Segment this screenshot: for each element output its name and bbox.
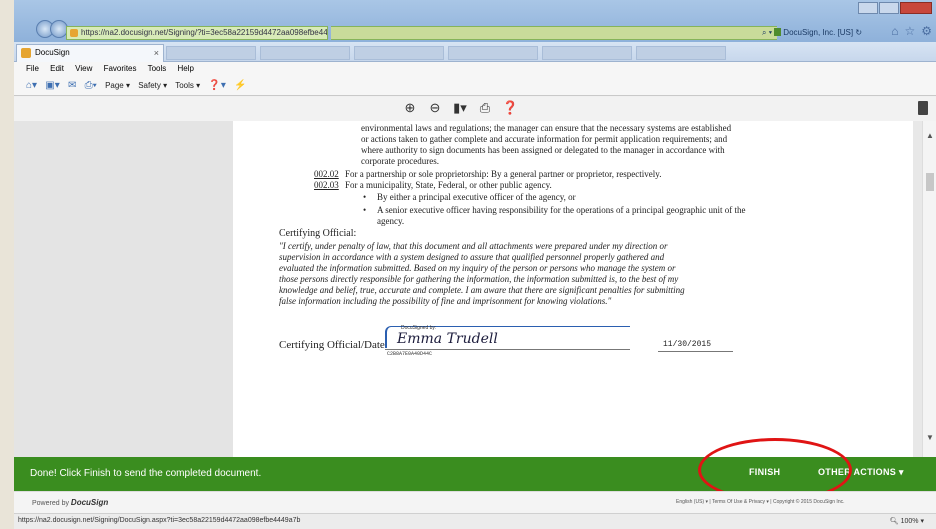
bullet-item: A senior executive officer having respon… bbox=[363, 205, 746, 215]
menu-view[interactable]: View bbox=[75, 64, 92, 73]
menu-help[interactable]: Help bbox=[178, 64, 194, 73]
print-icon[interactable]: ⎙ bbox=[477, 100, 493, 116]
certifying-heading: Certifying Official: bbox=[279, 228, 357, 239]
document-margin bbox=[14, 121, 233, 457]
browser-icons: ⌂ ☆ ⚙ bbox=[891, 24, 932, 38]
page-footer: Powered by DocuSign English (US) ▾ | Ter… bbox=[14, 491, 936, 513]
document-area: environmental laws and regulations; the … bbox=[14, 121, 936, 457]
refresh-icon: ↻ bbox=[855, 28, 863, 37]
signature-label: Certifying Official/Date: bbox=[279, 339, 388, 351]
close-tab-icon[interactable]: × bbox=[154, 45, 159, 61]
section-text: For a partnership or sole proprietorship… bbox=[345, 169, 662, 179]
background-tab[interactable] bbox=[542, 46, 632, 60]
print-icon[interactable]: ⎙▾ bbox=[85, 80, 97, 91]
paragraph-line: or actions taken to gather complete and … bbox=[361, 134, 728, 144]
background-tab[interactable] bbox=[448, 46, 538, 60]
window-controls bbox=[857, 2, 932, 14]
background-tab[interactable] bbox=[166, 46, 256, 60]
footer-links[interactable]: English (US) ▾ | Terms Of Use & Privacy … bbox=[676, 499, 845, 505]
research-icon[interactable]: ⚡ bbox=[234, 80, 246, 91]
certification-line: false information including the possibil… bbox=[279, 296, 612, 306]
vertical-scrollbar[interactable]: ▲ ▼ bbox=[922, 121, 936, 457]
zoom-in-icon[interactable]: ⊕ bbox=[402, 100, 418, 116]
certification-line: those persons directly responsible for g… bbox=[279, 274, 679, 284]
section-code: 002.03 bbox=[314, 180, 339, 190]
certification-line: supervision in accordance with a system … bbox=[279, 252, 665, 262]
background-tab[interactable] bbox=[260, 46, 350, 60]
certification-line: "I certify, under penalty of law, that t… bbox=[279, 241, 668, 251]
background-tab[interactable] bbox=[354, 46, 444, 60]
date-signed: 11/30/2015 bbox=[663, 340, 712, 349]
address-bar-fill[interactable] bbox=[331, 26, 777, 40]
tab-row: DocuSign × bbox=[14, 42, 936, 62]
paragraph-line: where authority to sign documents has be… bbox=[361, 145, 725, 155]
date-line bbox=[658, 351, 733, 352]
page-menu[interactable]: Page ▾ bbox=[105, 81, 130, 90]
bullet-item: By either a principal executive officer … bbox=[363, 192, 576, 202]
home-page-icon[interactable]: ⌂▾ bbox=[26, 80, 37, 91]
document-page: environmental laws and regulations; the … bbox=[233, 121, 913, 457]
signature: Emma Trudell bbox=[397, 331, 498, 347]
safety-menu[interactable]: Safety ▾ bbox=[138, 81, 167, 90]
search-icon: ⌕ ▾ bbox=[762, 28, 775, 37]
scroll-down-icon[interactable]: ▼ bbox=[926, 433, 934, 442]
zoom-level[interactable]: 🔍︎ 100% ▾ bbox=[890, 517, 924, 525]
menu-tools[interactable]: Tools bbox=[148, 64, 167, 73]
mail-icon[interactable]: ✉ bbox=[68, 80, 76, 91]
certification-line: knowledge and belief, true, accurate and… bbox=[279, 285, 685, 295]
scroll-up-icon[interactable]: ▲ bbox=[926, 131, 934, 140]
status-bar: https://na2.docusign.net/Signing/DocuSig… bbox=[14, 513, 936, 529]
address-url: https://na2.docusign.net/Signing/?ti=3ec… bbox=[81, 28, 328, 37]
menu-file[interactable]: File bbox=[26, 64, 39, 73]
background-tab[interactable] bbox=[636, 46, 726, 60]
section-code: 002.02 bbox=[314, 169, 339, 179]
favorites-star-icon[interactable]: ☆ bbox=[904, 24, 915, 38]
menu-edit[interactable]: Edit bbox=[50, 64, 64, 73]
section-text: For a municipality, State, Federal, or o… bbox=[345, 180, 552, 190]
certification-line: evaluated the information submitted. Bas… bbox=[279, 263, 676, 273]
background-tabs bbox=[166, 46, 726, 60]
minimize-button[interactable] bbox=[858, 2, 878, 14]
help-icon[interactable]: ❓ bbox=[502, 100, 518, 116]
settings-gear-icon[interactable]: ⚙ bbox=[921, 24, 932, 38]
maximize-button[interactable] bbox=[879, 2, 899, 14]
site-favicon-icon bbox=[70, 29, 78, 37]
zoom-icon: 🔍︎ bbox=[889, 518, 899, 525]
zoom-value: 100% bbox=[900, 518, 919, 525]
docusign-logo: DocuSign bbox=[70, 498, 109, 507]
browser-window: https://na2.docusign.net/Signing/?ti=3ec… bbox=[14, 0, 936, 529]
zoom-out-icon[interactable]: ⊖ bbox=[427, 100, 443, 116]
site-identity-label: DocuSign, Inc. [US] bbox=[783, 28, 854, 37]
site-identity[interactable]: ⌕ ▾ DocuSign, Inc. [US] ↻ bbox=[762, 26, 894, 40]
help-icon[interactable]: ❓▾ bbox=[208, 80, 225, 91]
docusign-favicon-icon bbox=[21, 48, 31, 58]
download-icon[interactable]: ▮▾ bbox=[452, 100, 468, 116]
page-view-icon[interactable] bbox=[918, 101, 928, 115]
paragraph-line: corporate procedures. bbox=[361, 156, 439, 166]
scrollbar-thumb[interactable] bbox=[926, 173, 934, 191]
home-icon[interactable]: ⌂ bbox=[891, 24, 898, 38]
bullet-continuation: agency. bbox=[377, 216, 405, 226]
paragraph-line: environmental laws and regulations; the … bbox=[361, 123, 732, 133]
status-url: https://na2.docusign.net/Signing/DocuSig… bbox=[18, 517, 301, 524]
feeds-icon[interactable]: ▣▾ bbox=[45, 80, 59, 91]
signature-id: C2B8A7E0A40D44C bbox=[387, 351, 433, 357]
doc-tools: ⊕ ⊖ ▮▾ ⎙ ❓ bbox=[402, 100, 519, 116]
title-bar: https://na2.docusign.net/Signing/?ti=3ec… bbox=[14, 0, 936, 42]
tools-menu[interactable]: Tools ▾ bbox=[175, 81, 200, 90]
address-bar[interactable]: https://na2.docusign.net/Signing/?ti=3ec… bbox=[66, 26, 328, 40]
signature-line bbox=[385, 349, 630, 350]
close-window-button[interactable] bbox=[900, 2, 932, 14]
powered-by-label: Powered by bbox=[32, 500, 69, 507]
command-bar: ⌂▾ ▣▾ ✉ ⎙▾ Page ▾ Safety ▾ Tools ▾ ❓▾ ⚡ bbox=[14, 76, 936, 96]
docusign-toolbar: ⊕ ⊖ ▮▾ ⎙ ❓ bbox=[14, 97, 936, 121]
menu-bar: File Edit View Favorites Tools Help bbox=[14, 62, 936, 76]
powered-by: Powered by DocuSign bbox=[32, 498, 108, 507]
completion-message: Done! Click Finish to send the completed… bbox=[30, 468, 262, 479]
menu-favorites[interactable]: Favorites bbox=[104, 64, 137, 73]
tab-title: DocuSign bbox=[35, 48, 70, 57]
tab-docusign[interactable]: DocuSign × bbox=[16, 44, 164, 62]
lock-icon bbox=[774, 28, 782, 36]
